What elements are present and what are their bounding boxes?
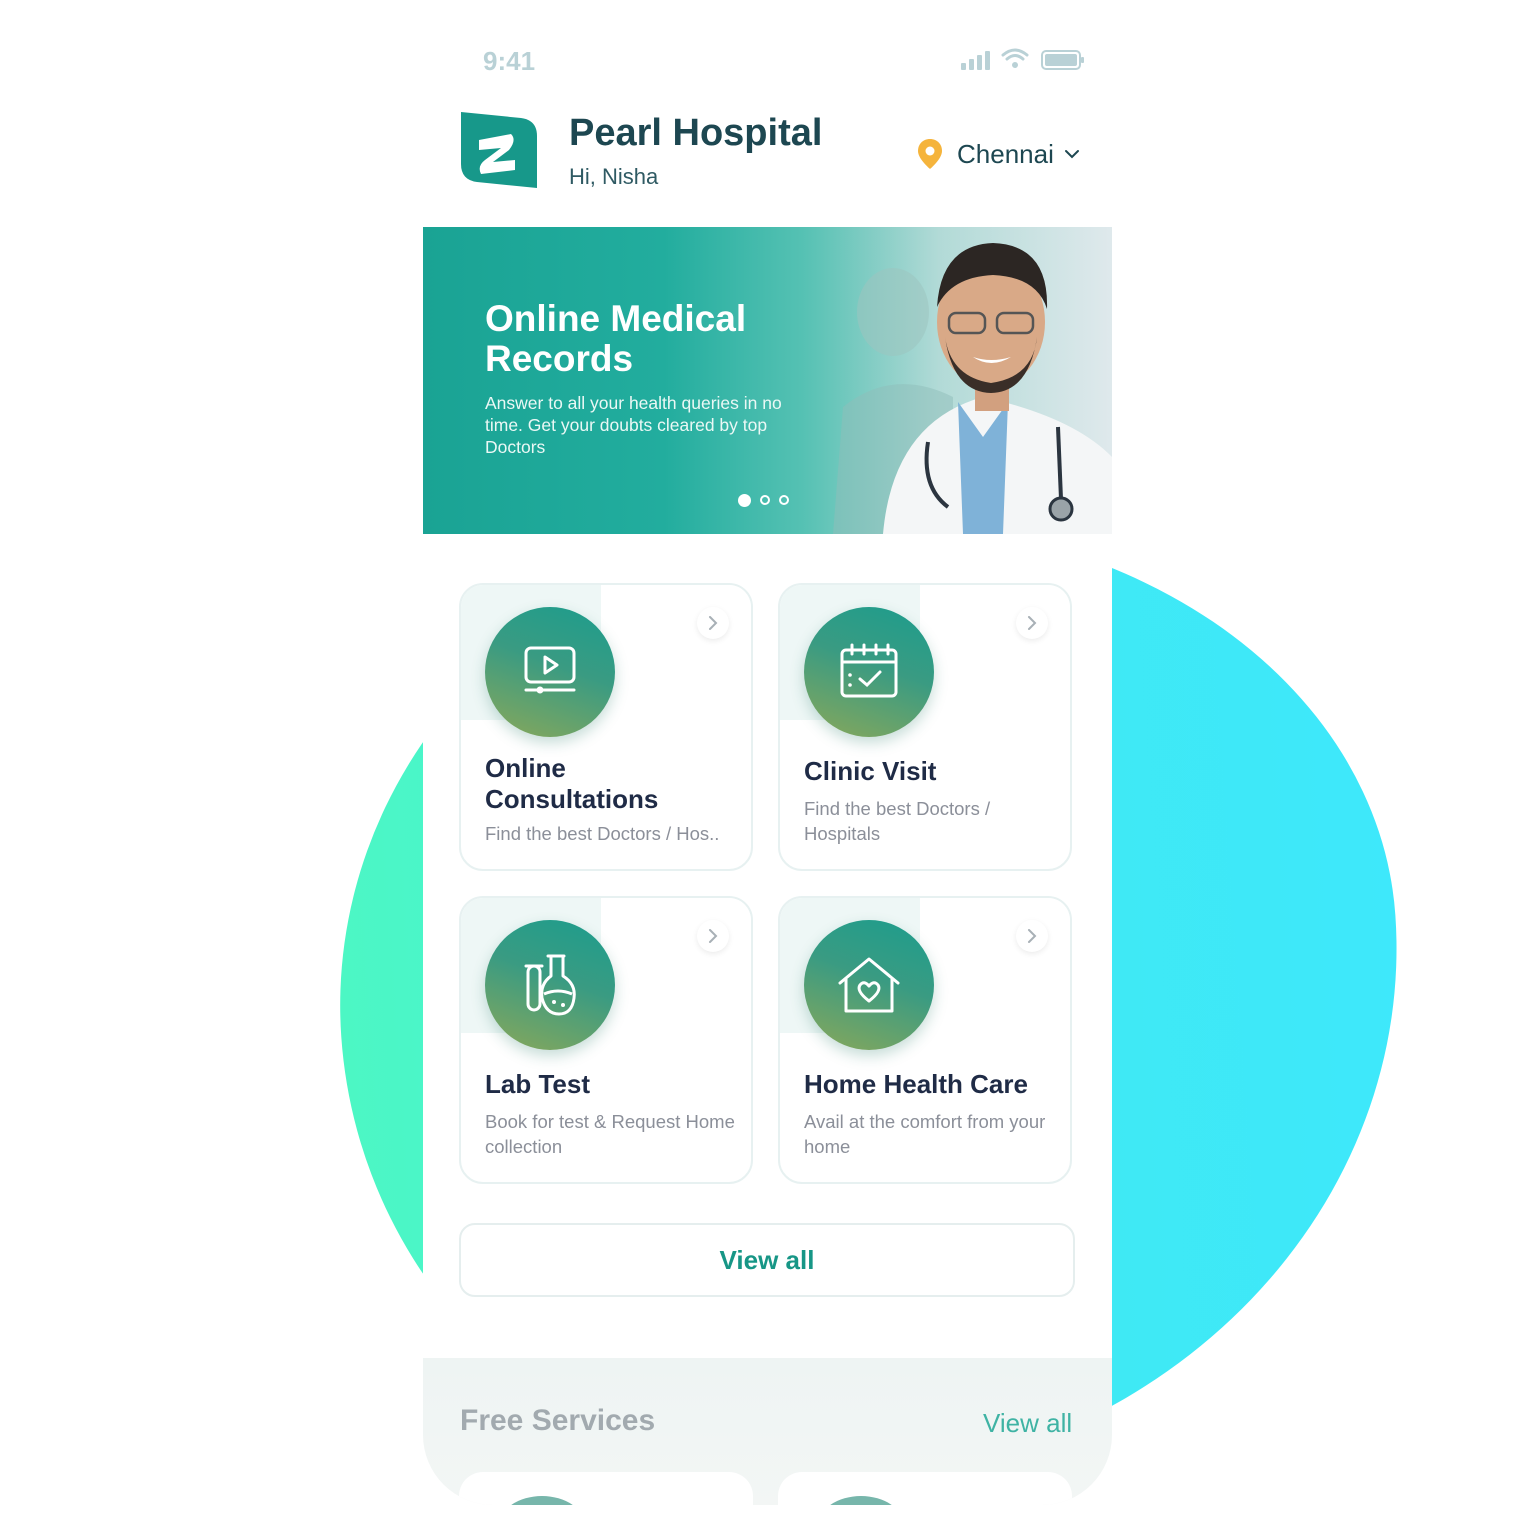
chevron-right-icon[interactable] [1016,607,1048,639]
free-service-card[interactable] [459,1472,753,1505]
promo-banner[interactable]: Online Medical Records Answer to all you… [423,227,1112,534]
status-time: 9:41 [483,46,536,76]
service-description: Find the best Doctors / Hos.. [485,823,720,844]
location-pin-icon [918,139,942,169]
service-card-lab-test[interactable]: Lab Test Book for test & Request Home co… [459,896,753,1184]
view-all-services-button[interactable]: View all [459,1223,1075,1297]
banner-title: Online Medical Records [485,298,747,379]
service-description: Book for test & Request Home collection [485,1111,735,1157]
carousel-dot-active[interactable] [738,493,751,507]
service-card-home-health-care[interactable]: Home Health Care Avail at the comfort fr… [778,896,1072,1184]
banner-description: Answer to all your health queries in no … [485,393,782,457]
service-description: Avail at the comfort from your home [804,1111,1046,1157]
chevron-right-icon[interactable] [1016,920,1048,952]
service-title: Lab Test [485,1069,590,1099]
doctor-photo [823,227,1112,534]
service-title: Online Consultations [485,753,659,814]
service-title: Clinic Visit [804,756,937,786]
service-card-clinic-visit[interactable]: Clinic Visit Find the best Doctors / Hos… [778,583,1072,871]
lab-flask-icon [485,920,615,1050]
wifi-icon [1001,48,1029,68]
chevron-down-icon [1064,150,1079,159]
free-services-title: Free Services [460,1404,656,1437]
chevron-right-icon[interactable] [697,607,729,639]
free-service-card[interactable] [778,1472,1072,1505]
free-services-view-all-link[interactable]: View all [983,1408,1072,1439]
video-consult-icon [485,607,615,737]
chevron-right-icon[interactable] [697,920,729,952]
calendar-check-icon [804,607,934,737]
home-heart-icon [804,920,934,1050]
phone-screen: 9:41 Pearl Hospital Hi, Nisha Chennai On… [423,0,1112,1505]
service-title: Home Health Care [804,1069,1028,1099]
app-title: Pearl Hospital [569,112,823,154]
status-bar: 9:41 [423,40,1112,80]
free-services-section: Free Services View all [423,1358,1112,1505]
carousel-dot[interactable] [779,495,789,505]
service-description: Find the best Doctors / Hospitals [804,798,991,844]
user-greeting: Hi, Nisha [569,164,659,189]
service-card-online-consultations[interactable]: Online Consultations Find the best Docto… [459,583,753,871]
battery-icon [1041,50,1084,70]
location-selector[interactable]: Chennai [917,136,1080,172]
hospital-logo [461,112,537,188]
signal-icon [961,51,990,70]
carousel-dots[interactable] [738,493,789,507]
carousel-dot[interactable] [760,495,770,505]
location-label: Chennai [957,138,1054,169]
